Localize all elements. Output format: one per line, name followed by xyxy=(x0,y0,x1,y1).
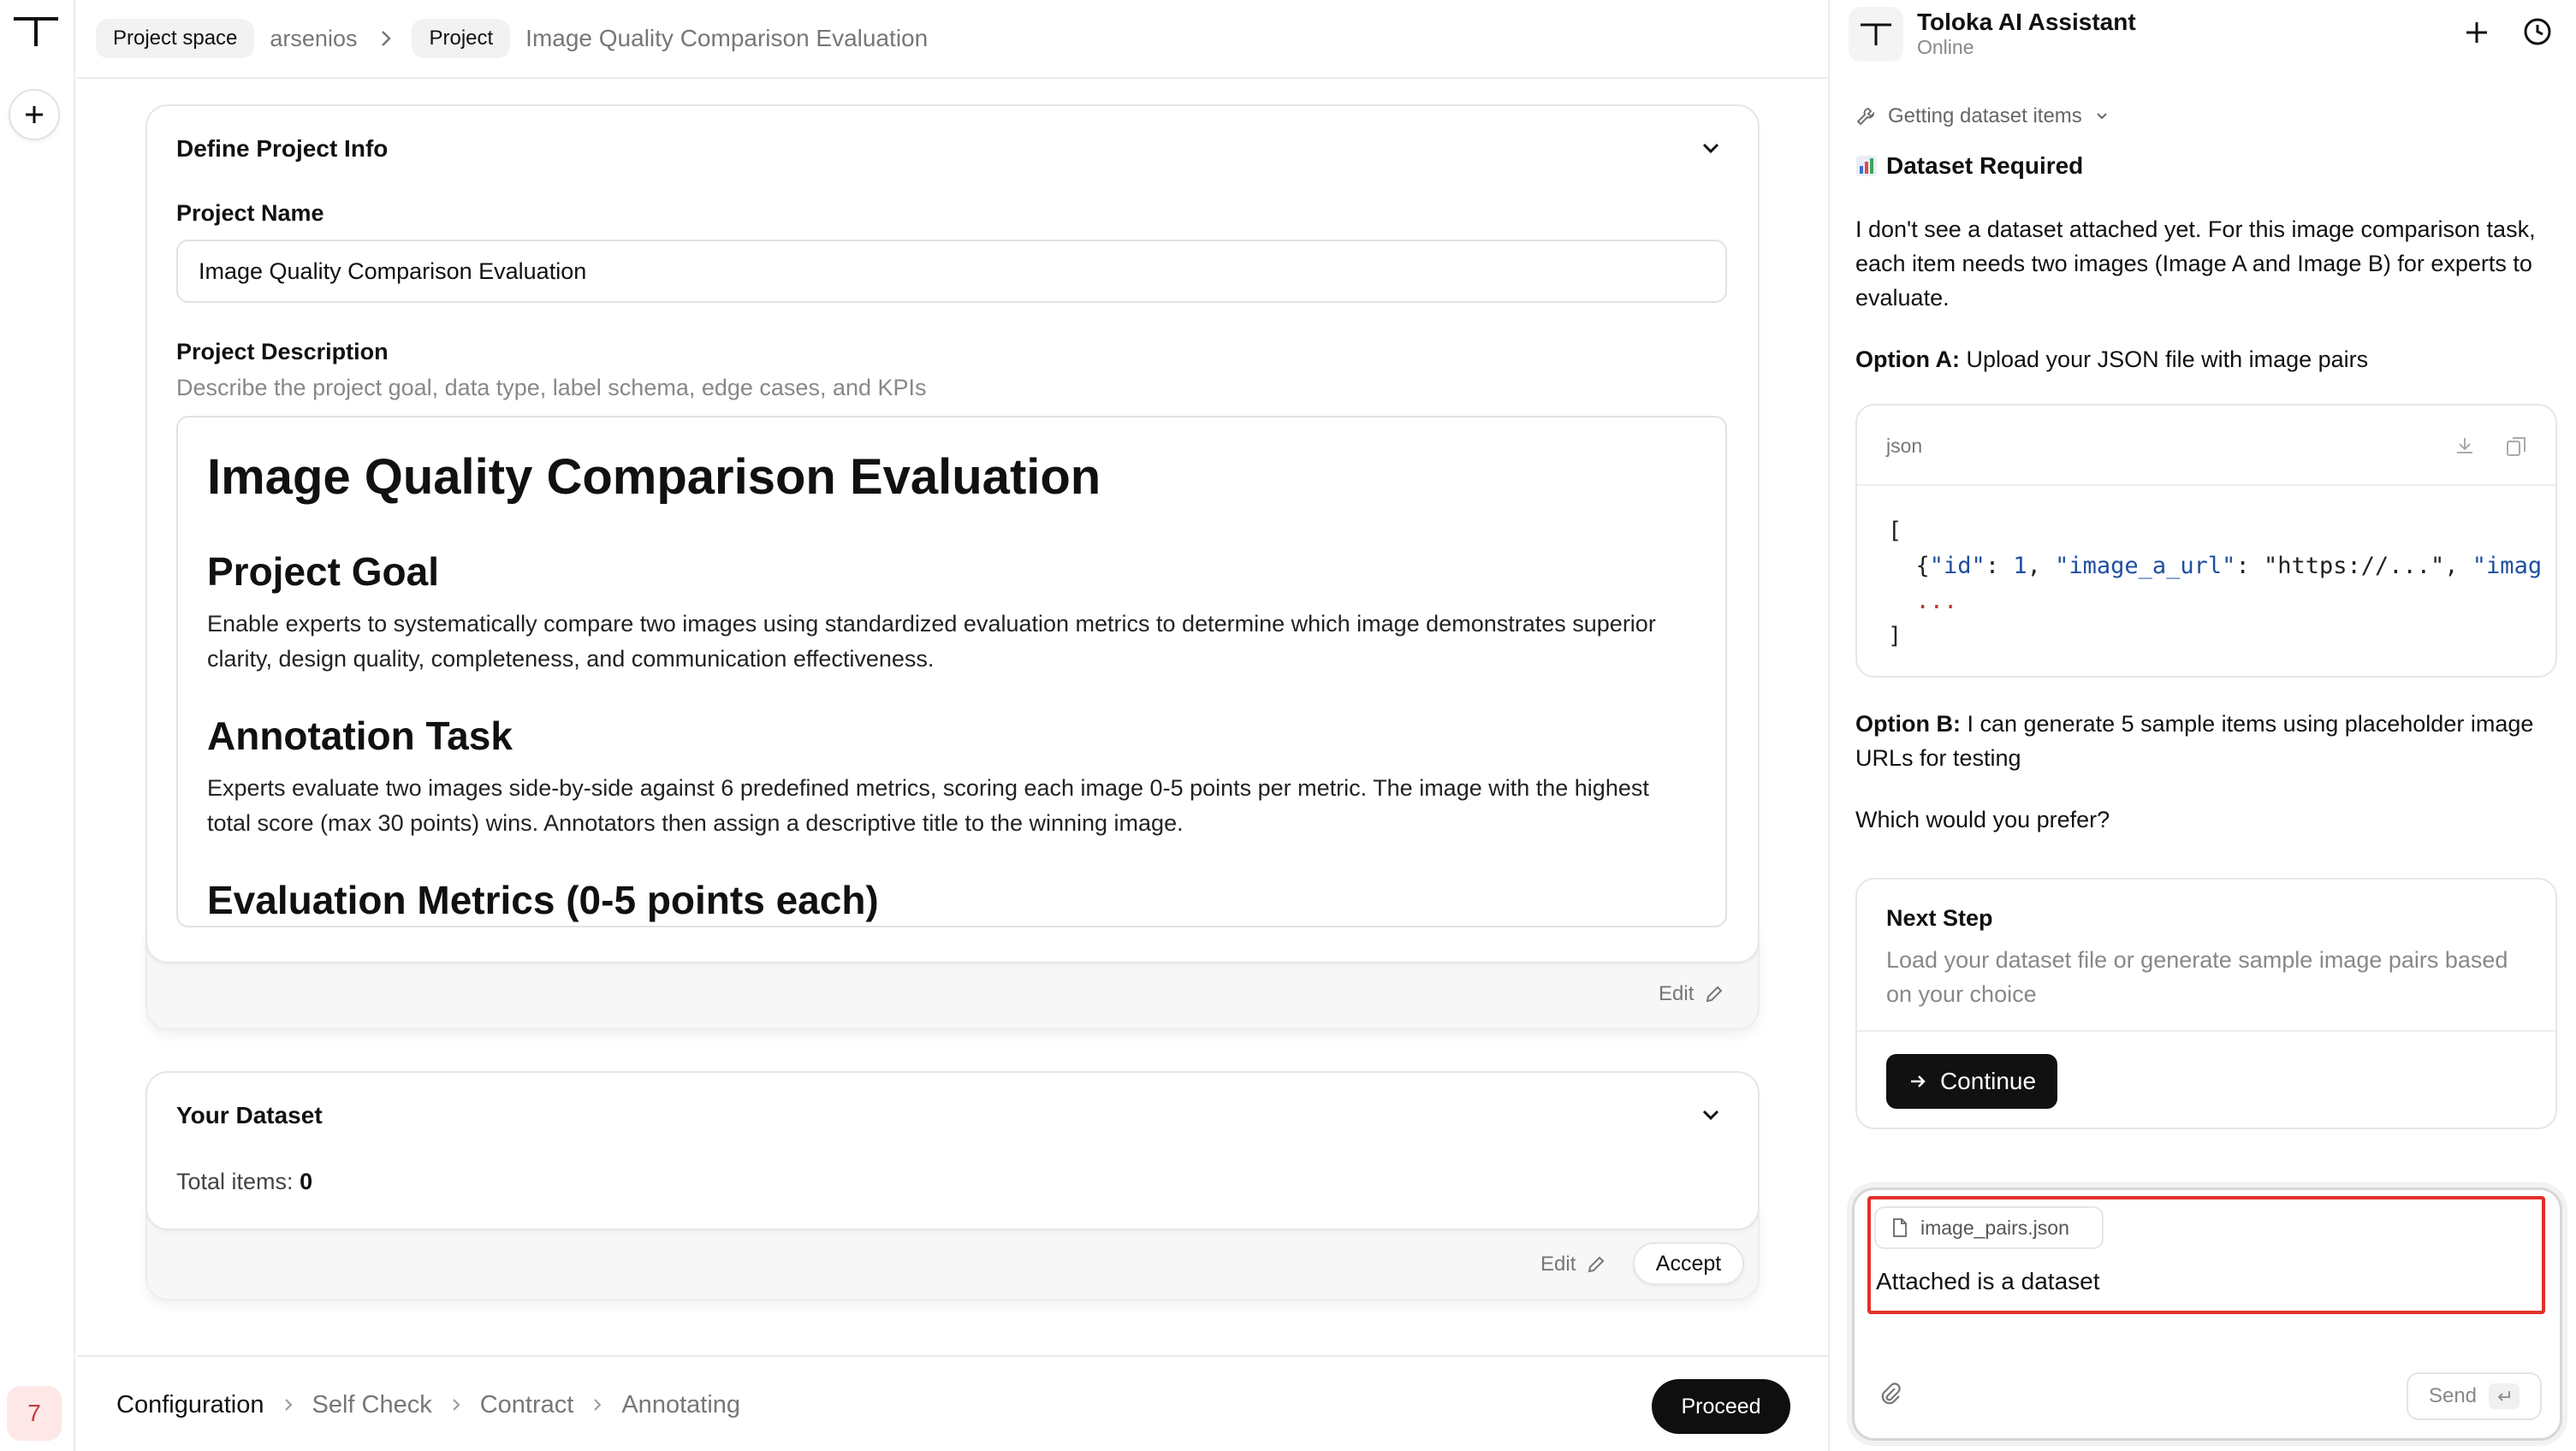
project-description-label: Project Description xyxy=(176,339,389,364)
next-step-card: Next Step Load your dataset file or gene… xyxy=(1855,878,2557,1129)
project-description-editor[interactable]: Image Quality Comparison Evaluation Proj… xyxy=(176,416,1727,927)
doc-task-text: Experts evaluate two images side-by-side… xyxy=(207,775,1649,836)
breadcrumb: Project space arsenios Project Image Qua… xyxy=(77,0,1828,79)
define-card-title: Define Project Info xyxy=(176,135,389,162)
assistant-avatar xyxy=(1849,7,1903,62)
code-language: json xyxy=(1886,435,1923,457)
new-chat-plus-icon[interactable] xyxy=(2461,17,2492,48)
tool-call-label: Getting dataset items xyxy=(1888,104,2082,127)
dataset-edit-button[interactable]: Edit xyxy=(1540,1253,1606,1276)
page-title: Image Quality Comparison Evaluation xyxy=(525,25,929,51)
code-token: "id" xyxy=(1929,553,1985,579)
continue-button[interactable]: Continue xyxy=(1886,1054,2057,1109)
doc-goal-heading: Project Goal xyxy=(207,549,439,594)
dataset-card-title: Your Dataset xyxy=(176,1102,323,1128)
chevron-down-icon[interactable] xyxy=(1698,1102,1724,1128)
assistant-name: Toloka AI Assistant xyxy=(1917,9,2136,35)
chevron-right-icon xyxy=(379,29,393,48)
accept-button[interactable]: Accept xyxy=(1633,1242,1744,1285)
step-annotating[interactable]: Annotating xyxy=(621,1391,740,1419)
dataset-required-title: Dataset Required xyxy=(1886,152,2084,179)
dataset-total-value: 0 xyxy=(300,1169,313,1194)
step-contract[interactable]: Contract xyxy=(480,1391,574,1419)
chevron-down-icon xyxy=(2097,113,2107,120)
pencil-icon xyxy=(1706,986,1723,1003)
highlight-annotation xyxy=(1867,1196,2545,1314)
dataset-total: Total items: 0 xyxy=(176,1169,312,1195)
code-token: "https://..." xyxy=(2263,553,2445,579)
dataset-required-heading: Dataset Required xyxy=(1855,152,2083,180)
code-line-2: {"id": 1, "image_a_url": "https://...", … xyxy=(1915,553,2543,579)
edit-label: Edit xyxy=(1659,982,1695,1005)
breadcrumb-project-space[interactable]: Project space xyxy=(96,19,255,58)
bar-chart-icon xyxy=(1856,156,1877,176)
project-name-label: Project Name xyxy=(176,200,324,226)
code-block-header: json xyxy=(1857,406,2555,486)
define-edit-button[interactable]: Edit xyxy=(1659,982,1724,1006)
proceed-button[interactable]: Proceed xyxy=(1652,1379,1790,1434)
chevron-down-icon[interactable] xyxy=(1698,135,1724,161)
send-label: Send xyxy=(2428,1384,2478,1407)
assistant-question: Which would you prefer? xyxy=(1855,807,2110,832)
code-token: 1 xyxy=(2013,553,2027,579)
option-b-label: Option B: xyxy=(1855,711,1961,737)
arrow-right-icon xyxy=(1910,1075,1926,1087)
left-rail: 7 xyxy=(0,0,75,1451)
step-configuration[interactable]: Configuration xyxy=(116,1391,264,1419)
next-step-description: Load your dataset file or generate sampl… xyxy=(1886,947,2508,1007)
enter-key-icon xyxy=(2489,1383,2520,1409)
project-name-input[interactable]: Image Quality Comparison Evaluation xyxy=(176,240,1727,303)
code-token: "imag xyxy=(2472,553,2543,579)
dataset-card xyxy=(145,1071,1760,1230)
step-list: Configuration Self Check Contract Annota… xyxy=(116,1357,740,1451)
code-line-3: ... xyxy=(1915,588,1958,614)
new-project-button[interactable] xyxy=(9,89,60,140)
project-description-hint: Describe the project goal, data type, la… xyxy=(176,375,927,400)
breadcrumb-project[interactable]: Project xyxy=(412,19,511,58)
doc-goal-text: Enable experts to systematically compare… xyxy=(207,611,1656,672)
option-a-label: Option A: xyxy=(1855,346,1960,372)
plus-icon xyxy=(26,106,43,123)
code-content: [ {"id": 1, "image_a_url": "https://..."… xyxy=(1888,513,2542,654)
tool-call-status[interactable]: Getting dataset items xyxy=(1855,104,2110,128)
doc-title: Image Quality Comparison Evaluation xyxy=(207,449,1101,505)
download-icon[interactable] xyxy=(2453,435,2477,459)
notification-badge[interactable]: 7 xyxy=(7,1386,62,1441)
code-token: "image_a_url" xyxy=(2055,553,2236,579)
breadcrumb-user[interactable]: arsenios xyxy=(270,26,357,52)
assistant-status: Online xyxy=(1917,36,1974,58)
panel-divider[interactable] xyxy=(1828,0,1830,1451)
history-clock-icon[interactable] xyxy=(2521,15,2554,48)
option-b-text: Option B: I can generate 5 sample items … xyxy=(1855,707,2540,775)
doc-task-heading: Annotation Task xyxy=(207,714,513,758)
code-line-4: ] xyxy=(1888,623,1902,649)
continue-label: Continue xyxy=(1939,1068,2037,1094)
assistant-intro: I don't see a dataset attached yet. For … xyxy=(1855,216,2536,311)
copy-icon[interactable] xyxy=(2504,435,2528,459)
chevron-right-icon xyxy=(284,1399,292,1411)
next-step-divider xyxy=(1857,1030,2555,1032)
code-block: json [ {"id": 1, "image_a_url": "https:/… xyxy=(1855,404,2557,678)
dataset-total-label: Total items: xyxy=(176,1169,294,1194)
toloka-logo-icon[interactable] xyxy=(5,12,67,50)
step-self-check[interactable]: Self Check xyxy=(312,1391,432,1419)
code-line-1: [ xyxy=(1888,518,1902,544)
send-button[interactable]: Send xyxy=(2407,1372,2542,1420)
next-step-title: Next Step xyxy=(1886,905,1993,931)
option-a-body: Upload your JSON file with image pairs xyxy=(1966,346,2369,372)
step-bar: Configuration Self Check Contract Annota… xyxy=(77,1355,1828,1451)
doc-metrics-heading: Evaluation Metrics (0-5 points each) xyxy=(207,878,879,922)
chevron-right-icon xyxy=(453,1399,460,1411)
option-a-text: Option A: Upload your JSON file with ima… xyxy=(1855,342,2557,376)
wrench-icon xyxy=(1856,108,1875,126)
paperclip-icon[interactable] xyxy=(1878,1381,1903,1407)
edit-label: Edit xyxy=(1540,1253,1576,1276)
pencil-icon xyxy=(1588,1256,1605,1273)
chevron-right-icon xyxy=(594,1399,602,1411)
toloka-logo-icon xyxy=(1861,23,1891,45)
